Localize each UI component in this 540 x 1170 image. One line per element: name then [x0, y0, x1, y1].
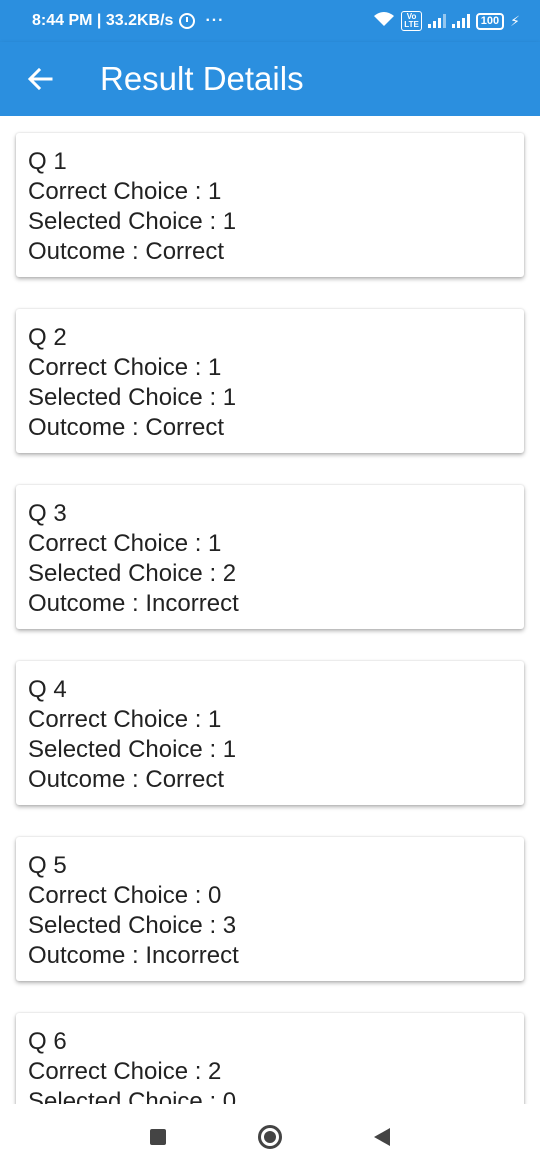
status-icons: Vo LTE 100 ⚡: [373, 11, 520, 32]
question-label: Q 6: [28, 1028, 67, 1055]
result-card-4: Q 4 Correct Choice : 1 Selected Choice :…: [16, 661, 524, 805]
question-label: Q 2: [28, 324, 67, 351]
volte-badge: Vo LTE: [401, 11, 422, 31]
selected-choice: Selected Choice : 1: [28, 208, 237, 235]
result-card-5: Q 5 Correct Choice : 0 Selected Choice :…: [16, 837, 524, 981]
outcome: Outcome : Correct: [28, 766, 225, 793]
correct-choice: Correct Choice : 2: [28, 1058, 222, 1085]
status-time: 8:44 PM | 33.2KB/s: [32, 12, 174, 29]
signal-icon-4g: [427, 14, 446, 28]
correct-choice: Correct Choice : 1: [28, 354, 222, 381]
result-card-2: Q 2 Correct Choice : 1 Selected Choice :…: [16, 309, 524, 453]
square-icon[interactable]: [147, 1126, 169, 1148]
outcome: Outcome : Correct: [28, 238, 225, 265]
correct-choice: Correct Choice : 0: [28, 882, 222, 909]
outcome: Outcome : Incorrect: [28, 942, 239, 969]
system-nav-bar: [0, 1104, 540, 1170]
question-label: Q 5: [28, 852, 67, 879]
battery-indicator: 100: [475, 12, 505, 30]
question-label: Q 3: [28, 500, 67, 527]
page-title: Result Details: [100, 60, 304, 97]
app-bar: Result Details: [0, 42, 540, 116]
result-card-1: Q 1 Correct Choice : 1 Selected Choice :…: [16, 133, 524, 277]
question-label: Q 4: [28, 676, 67, 703]
triangle-back-icon[interactable]: [371, 1126, 393, 1148]
selected-choice: Selected Choice : 1: [28, 384, 237, 411]
alarm-icon: [179, 13, 196, 29]
correct-choice: Correct Choice : 1: [28, 530, 222, 557]
result-card-3: Q 3 Correct Choice : 1 Selected Choice :…: [16, 485, 524, 629]
outcome: Outcome : Correct: [28, 414, 225, 441]
outcome: Outcome : Incorrect: [28, 590, 239, 617]
selected-choice: Selected Choice : 2: [28, 560, 237, 587]
result-card-6: Q 6 Correct Choice : 2 Selected Choice :…: [16, 1013, 524, 1104]
more-notifications-icon: ···: [205, 12, 225, 29]
selected-choice: Selected Choice : 0: [28, 1088, 237, 1104]
wifi-icon: [373, 11, 395, 32]
correct-choice: Correct Choice : 1: [28, 706, 222, 733]
signal-icon: [451, 14, 470, 28]
selected-choice: Selected Choice : 3: [28, 912, 237, 939]
status-bar: 8:44 PM | 33.2KB/s ··· Vo LTE 100 ⚡: [0, 0, 540, 42]
back-arrow-icon[interactable]: [10, 49, 70, 109]
selected-choice: Selected Choice : 1: [28, 736, 237, 763]
charging-icon: ⚡: [510, 12, 520, 29]
correct-choice: Correct Choice : 1: [28, 178, 222, 205]
results-list[interactable]: Q 1 Correct Choice : 1 Selected Choice :…: [0, 116, 540, 1104]
question-label: Q 1: [28, 148, 67, 175]
circle-home-icon[interactable]: [258, 1125, 282, 1149]
